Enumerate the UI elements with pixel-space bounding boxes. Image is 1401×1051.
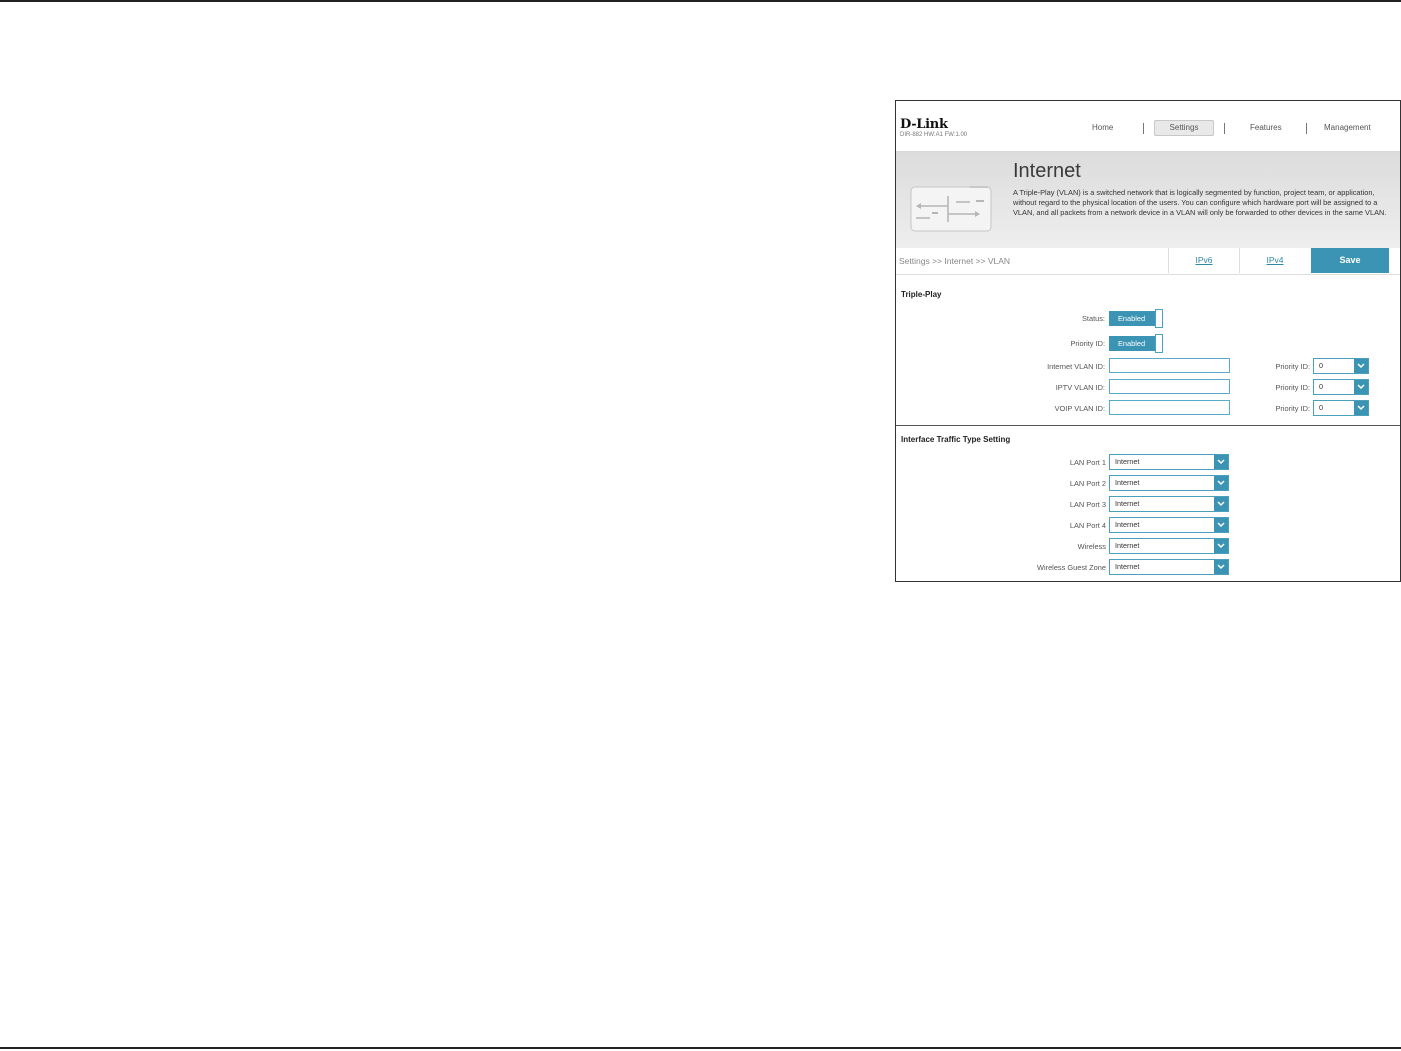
dlink-logo: D-Link [900, 117, 948, 132]
iptv-vlan-input[interactable] [1109, 379, 1230, 394]
iptv-priority-value: 0 [1319, 382, 1323, 391]
status-toggle-knob[interactable] [1155, 309, 1163, 328]
nav-home[interactable]: Home [1092, 123, 1113, 132]
voip-vlan-input[interactable] [1109, 400, 1230, 415]
chevron-down-icon[interactable] [1214, 539, 1228, 553]
iptv-priority-label: Priority ID: [1275, 383, 1311, 392]
tab-ipv6[interactable]: IPv6 [1168, 248, 1239, 273]
chevron-down-icon[interactable] [1354, 401, 1368, 415]
wireless-value: Internet [1115, 541, 1140, 550]
triple-play-title: Triple-Play [901, 290, 942, 299]
page-top-rule [0, 0, 1401, 2]
chevron-down-icon[interactable] [1354, 380, 1368, 394]
voip-priority-value: 0 [1319, 403, 1323, 412]
chevron-down-icon[interactable] [1214, 518, 1228, 532]
wireless-guest-zone-value: Internet [1115, 562, 1140, 571]
nav-management[interactable]: Management [1324, 123, 1371, 132]
internet-priority-value: 0 [1319, 361, 1323, 370]
voip-vlan-label: VOIP VLAN ID: [1054, 404, 1105, 413]
nav-features[interactable]: Features [1250, 123, 1282, 132]
nav-separator [1306, 123, 1307, 134]
internet-priority-label: Priority ID: [1275, 362, 1311, 371]
lan-port-4-select[interactable]: Internet [1109, 517, 1229, 533]
lan-port-1-select[interactable]: Internet [1109, 454, 1229, 470]
lan-port-4-label: LAN Port 4 [1069, 521, 1106, 530]
voip-priority-label: Priority ID: [1275, 404, 1311, 413]
nav-separator [1224, 123, 1225, 134]
lan-port-4-value: Internet [1115, 520, 1140, 529]
priority-id-toggle-knob[interactable] [1155, 334, 1163, 353]
section-divider [896, 425, 1400, 426]
status-label: Status: [1081, 314, 1105, 323]
lan-port-3-label: LAN Port 3 [1069, 500, 1106, 509]
lan-port-3-value: Internet [1115, 499, 1140, 508]
page-banner: Internet A Triple-Play (VLAN) is a switc… [896, 152, 1400, 248]
chevron-down-icon[interactable] [1214, 455, 1228, 469]
header-bar: D-Link DIR-882 HW:A1 FW:1.00 Home Settin… [896, 101, 1400, 152]
nav-settings[interactable]: Settings [1154, 120, 1214, 136]
vlan-diagram-icon [910, 186, 992, 232]
router-settings-screenshot: D-Link DIR-882 HW:A1 FW:1.00 Home Settin… [895, 100, 1401, 582]
wireless-guest-zone-select[interactable]: Internet [1109, 559, 1229, 575]
status-toggle[interactable]: Enabled [1109, 311, 1155, 326]
wireless-label: Wireless [1077, 542, 1106, 551]
page-description: A Triple-Play (VLAN) is a switched netwo… [1013, 188, 1387, 217]
chevron-down-icon[interactable] [1214, 476, 1228, 490]
model-info: DIR-882 HW:A1 FW:1.00 [900, 132, 968, 138]
breadcrumb-row: Settings >> Internet >> VLAN IPv6 IPv4 S… [896, 248, 1400, 275]
wireless-guest-zone-label: Wireless Guest Zone [1036, 563, 1106, 572]
internet-priority-select[interactable]: 0 [1313, 358, 1369, 374]
page-title: Internet [1013, 160, 1081, 182]
lan-port-2-value: Internet [1115, 478, 1140, 487]
voip-priority-select[interactable]: 0 [1313, 400, 1369, 416]
iptv-priority-select[interactable]: 0 [1313, 379, 1369, 395]
priority-id-toggle[interactable]: Enabled [1109, 336, 1155, 351]
breadcrumb: Settings >> Internet >> VLAN [899, 256, 1011, 266]
traffic-type-title: Interface Traffic Type Setting [901, 435, 1011, 444]
internet-vlan-input[interactable] [1109, 358, 1230, 373]
internet-vlan-label: Internet VLAN ID: [1047, 362, 1105, 371]
nav-separator [1143, 123, 1144, 134]
lan-port-2-select[interactable]: Internet [1109, 475, 1229, 491]
chevron-down-icon[interactable] [1354, 359, 1368, 373]
lan-port-1-value: Internet [1115, 457, 1140, 466]
tab-ipv4[interactable]: IPv4 [1239, 248, 1310, 273]
iptv-vlan-label: IPTV VLAN ID: [1055, 383, 1105, 392]
lan-port-1-label: LAN Port 1 [1069, 458, 1106, 467]
priority-id-label: Priority ID: [1070, 339, 1106, 348]
save-button[interactable]: Save [1311, 248, 1389, 273]
lan-port-2-label: LAN Port 2 [1069, 479, 1106, 488]
wireless-select[interactable]: Internet [1109, 538, 1229, 554]
chevron-down-icon[interactable] [1214, 497, 1228, 511]
page-bottom-rule [0, 1047, 1401, 1049]
lan-port-3-select[interactable]: Internet [1109, 496, 1229, 512]
chevron-down-icon[interactable] [1214, 560, 1228, 574]
